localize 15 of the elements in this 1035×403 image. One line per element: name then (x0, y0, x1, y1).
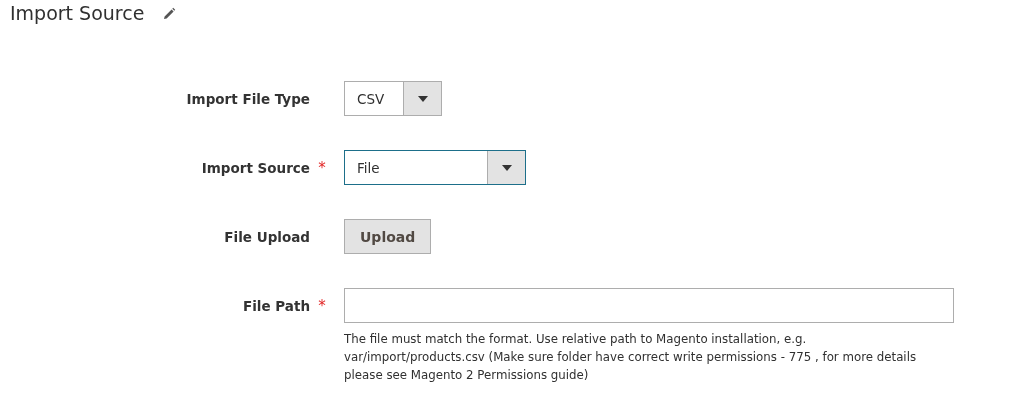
required-marker: * (318, 159, 326, 177)
required-marker: * (318, 297, 326, 315)
field-label: Import File Type (186, 90, 310, 107)
field-note: The file must match the format. Use relative path to Magento installation, e.g. var/import/products.csv (Make sure folder have correct write permissions - 775 , for more details please see Magento 2 Permissions guide) (344, 331, 918, 384)
upload-button[interactable]: Upload (344, 219, 432, 254)
section-title: Import Source (10, 2, 145, 24)
caret-icon (501, 164, 512, 171)
file-path-field[interactable] (344, 288, 954, 323)
field-label: Import Source (201, 159, 310, 176)
edit-icon[interactable] (162, 7, 177, 21)
dropdown[interactable]: CSV (344, 81, 442, 116)
field-label: File Path (242, 297, 310, 314)
field-label: File Upload (224, 228, 310, 245)
dropdown[interactable]: File (344, 150, 526, 185)
caret-icon (417, 95, 428, 102)
